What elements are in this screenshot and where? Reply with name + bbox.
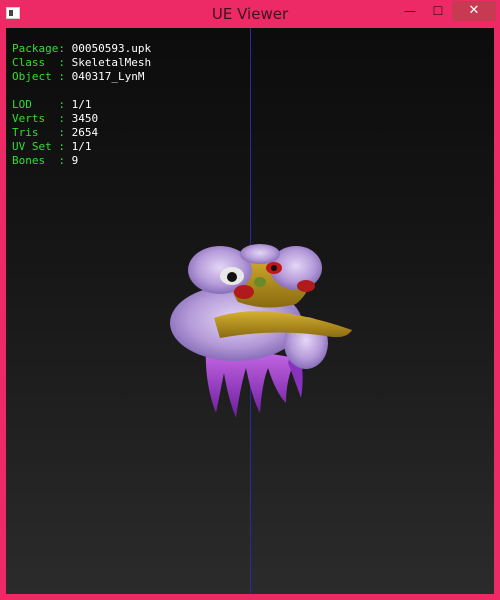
mesh-info-overlay: Package: 00050593.upk Class : SkeletalMe… xyxy=(12,42,151,168)
ue-viewer-window: UE Viewer — ☐ ✕ Package: 00050593.upk Cl… xyxy=(0,0,500,600)
info-uvset-value: 1/1 xyxy=(71,140,92,153)
info-class-value: SkeletalMesh xyxy=(71,56,152,69)
info-lod-value: 1/1 xyxy=(71,98,92,111)
info-tris-row: Tris : 2654 xyxy=(12,126,151,140)
info-tris-key: Tris : xyxy=(12,126,65,139)
info-verts-key: Verts : xyxy=(12,112,65,125)
info-class-row: Class : SkeletalMesh xyxy=(12,56,151,70)
info-bones-key: Bones : xyxy=(12,154,65,167)
maximize-button[interactable]: ☐ xyxy=(426,1,450,21)
info-package-value: 00050593.upk xyxy=(71,42,152,55)
info-class-key: Class : xyxy=(12,56,65,69)
info-verts-value: 3450 xyxy=(71,112,99,125)
minimize-button[interactable]: — xyxy=(398,1,422,21)
info-uvset-key: UV Set : xyxy=(12,140,65,153)
info-object-row: Object : 040317_LynM xyxy=(12,70,151,84)
close-button[interactable]: ✕ xyxy=(452,1,496,21)
lion-dance-head-mesh-icon[interactable] xyxy=(156,208,356,428)
info-bones-row: Bones : 9 xyxy=(12,154,151,168)
info-object-key: Object : xyxy=(12,70,65,83)
info-tris-value: 2654 xyxy=(71,126,99,139)
info-package-row: Package: 00050593.upk xyxy=(12,42,151,56)
info-lod-key: LOD : xyxy=(12,98,65,111)
app-icon[interactable] xyxy=(6,7,20,19)
info-bones-value: 9 xyxy=(71,154,79,167)
3d-viewport[interactable]: Package: 00050593.upk Class : SkeletalMe… xyxy=(6,28,494,594)
title-bar[interactable]: UE Viewer — ☐ ✕ xyxy=(0,0,500,28)
window-title: UE Viewer xyxy=(211,5,289,23)
info-uvset-row: UV Set : 1/1 xyxy=(12,140,151,154)
info-package-key: Package: xyxy=(12,42,65,55)
info-verts-row: Verts : 3450 xyxy=(12,112,151,126)
info-object-value: 040317_LynM xyxy=(71,70,145,83)
info-lod-row: LOD : 1/1 xyxy=(12,98,151,112)
